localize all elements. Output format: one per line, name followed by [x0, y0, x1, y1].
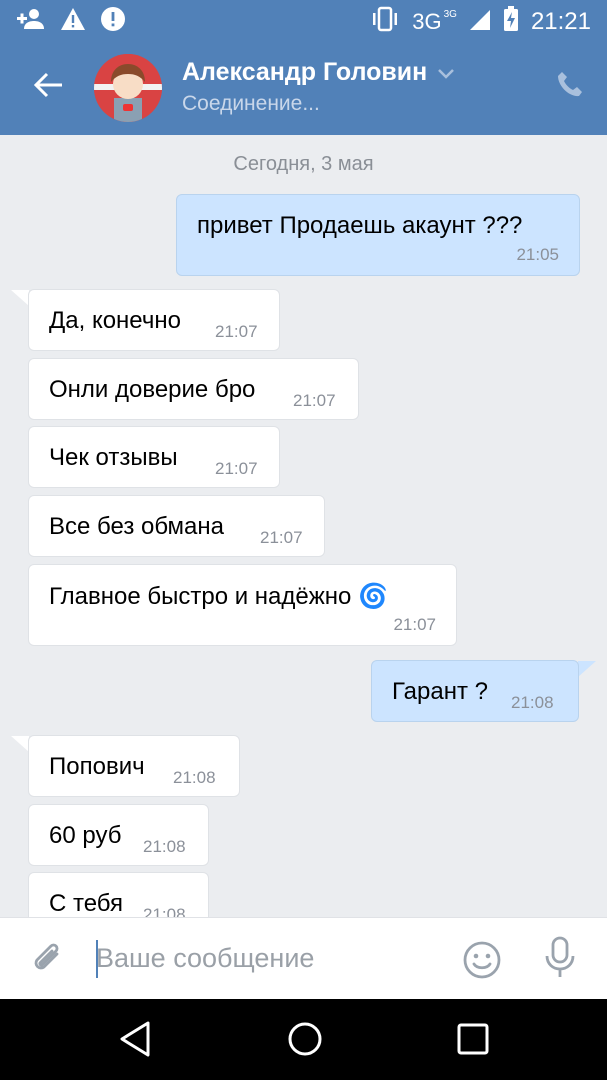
vibrate-icon [370, 6, 400, 37]
nav-back-button[interactable] [118, 1019, 152, 1064]
phone-icon [555, 72, 585, 104]
message-text: Главное быстро и надёжно 🌀 [49, 583, 388, 610]
nav-home-button[interactable] [285, 1019, 325, 1064]
message-time: 21:07 [215, 322, 258, 341]
square-recents-icon [455, 1023, 491, 1063]
message-input[interactable] [96, 938, 436, 978]
status-left-icons [16, 6, 126, 37]
message-incoming[interactable]: Все без обмана 21:07 [28, 495, 325, 557]
warning-icon [60, 7, 86, 36]
message-incoming[interactable]: Чек отзывы 21:07 [28, 426, 280, 488]
network-label: 3G [412, 8, 442, 34]
network-type: 3G 3G [412, 9, 457, 35]
chat-header: Александр Головин Соединение... [0, 40, 607, 135]
message-text: Гарант ? [392, 678, 488, 705]
bubble-tail [11, 290, 29, 306]
message-outgoing[interactable]: привет Продаешь акаунт ??? 21:05 [176, 194, 580, 276]
bubble-tail [11, 736, 29, 752]
add-contact-icon [16, 7, 46, 36]
message-time: 21:08 [511, 693, 554, 712]
smile-icon [462, 941, 502, 984]
message-list[interactable]: Сегодня, 3 мая привет Продаешь акаунт ??… [0, 135, 607, 917]
message-incoming[interactable]: С тебя 21:08 [28, 872, 209, 917]
circle-home-icon [285, 1022, 325, 1063]
clock: 21:21 [530, 7, 591, 35]
message-text: Онли доверие бро [49, 376, 256, 403]
message-incoming[interactable]: Попович 21:08 [28, 735, 240, 797]
message-time: 21:07 [260, 528, 303, 547]
contact-name-row[interactable]: Александр Головин [182, 58, 455, 87]
avatar[interactable] [94, 54, 162, 122]
message-text: Попович [49, 753, 145, 780]
back-button[interactable] [28, 62, 68, 112]
microphone-icon [542, 936, 578, 984]
attach-button[interactable] [30, 940, 66, 985]
emoji-button[interactable] [462, 940, 502, 985]
call-button[interactable] [555, 70, 585, 105]
connection-status: Соединение... [182, 92, 320, 115]
message-incoming[interactable]: Главное быстро и надёжно 🌀 21:07 [28, 564, 457, 646]
voice-message-button[interactable] [542, 936, 578, 985]
network-sup-label: 3G [443, 8, 457, 20]
battery-charging-icon [503, 6, 519, 37]
paperclip-icon [30, 943, 66, 984]
alert-icon [100, 6, 126, 37]
contact-name: Александр Головин [182, 58, 428, 86]
message-time: 21:05 [516, 245, 559, 264]
message-text: Да, конечно [49, 307, 181, 334]
bubble-tail [578, 661, 596, 677]
arrow-left-icon [33, 72, 63, 103]
message-text: Все без обмана [49, 513, 225, 540]
message-outgoing[interactable]: Гарант ? 21:08 [371, 660, 579, 722]
date-separator: Сегодня, 3 мая [233, 153, 374, 175]
message-incoming[interactable]: Да, конечно 21:07 [28, 289, 280, 351]
chevron-down-icon [437, 58, 455, 87]
message-time: 21:08 [143, 837, 186, 856]
message-time: 21:07 [293, 391, 336, 410]
triangle-back-icon [118, 1021, 152, 1063]
message-text: привет Продаешь акаунт ??? [197, 212, 523, 239]
message-text: 60 руб [49, 822, 122, 849]
message-time: 21:07 [393, 615, 436, 634]
system-navigation-bar [0, 999, 607, 1080]
message-time: 21:08 [143, 905, 186, 917]
message-text: С тебя [49, 890, 124, 917]
signal-icon [469, 7, 491, 36]
status-right-icons: 3G 3G 21:21 [370, 6, 591, 37]
message-time: 21:08 [173, 768, 216, 787]
status-bar: 3G 3G 21:21 [0, 0, 607, 40]
message-incoming[interactable]: 60 руб 21:08 [28, 804, 209, 866]
message-incoming[interactable]: Онли доверие бро 21:07 [28, 358, 359, 420]
composer [0, 917, 607, 1000]
message-text: Чек отзывы [49, 444, 178, 471]
nav-recents-button[interactable] [455, 1019, 491, 1064]
message-time: 21:07 [215, 459, 258, 478]
